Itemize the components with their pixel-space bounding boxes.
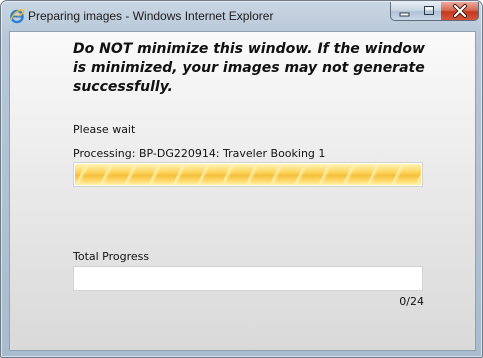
close-icon [453,4,467,18]
current-progress-bar [73,162,423,187]
maximize-button[interactable] [416,2,442,21]
maximize-icon [424,6,434,15]
close-button[interactable] [441,2,479,21]
total-progress-count: 0/24 [399,295,424,308]
status-label: Please wait [73,123,136,136]
total-progress-label: Total Progress [73,250,150,263]
minimize-warning-text: Do NOT minimize this window. If the wind… [73,41,425,95]
ie-dialog-window: Preparing images - Windows Internet Expl… [0,0,483,358]
processing-label: Processing: BP-DG220914: Traveler Bookin… [73,147,326,160]
minimize-icon [399,12,410,17]
total-progress-bar [73,266,423,291]
dialog-content: Do NOT minimize this window. If the wind… [9,31,476,351]
current-progress-fill [75,164,421,185]
title-bar[interactable]: Preparing images - Windows Internet Expl… [1,1,482,31]
internet-explorer-icon [9,8,25,24]
window-title: Preparing images - Windows Internet Expl… [28,9,274,23]
minimize-button[interactable] [390,2,417,21]
